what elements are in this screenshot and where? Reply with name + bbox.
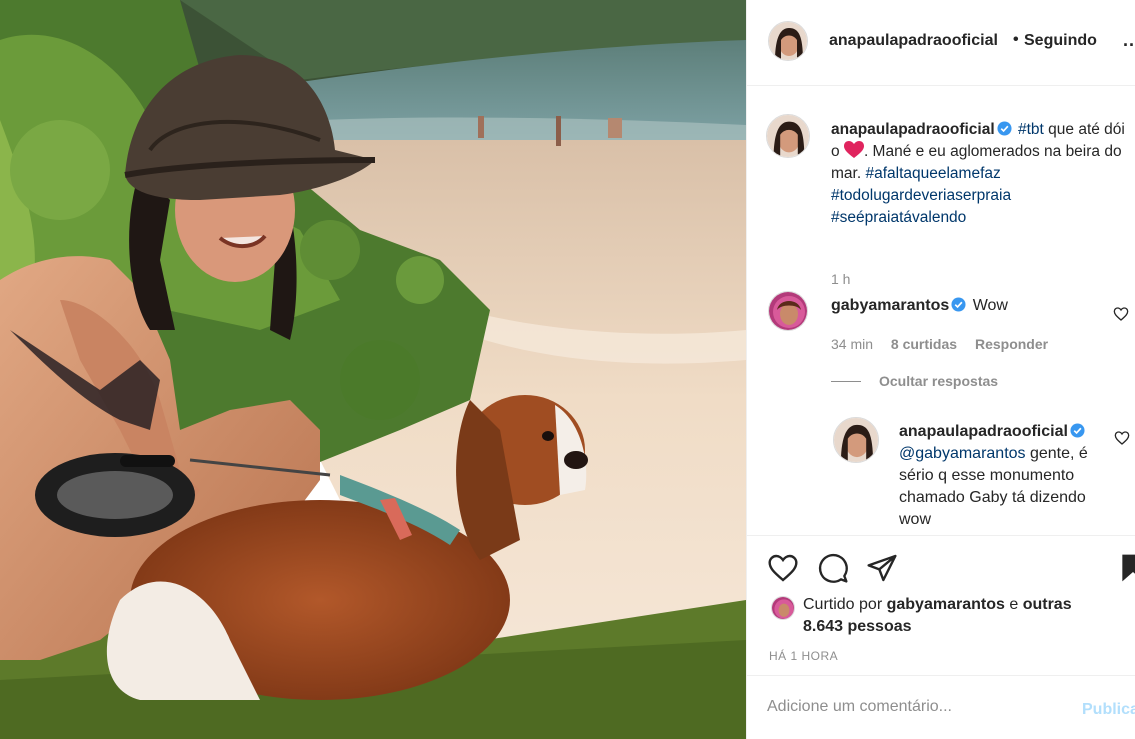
post-details-panel: anapaulapadraooficial • Seguindo ... ana…	[746, 0, 1135, 739]
caption-username[interactable]: anapaulapadraooficial	[831, 121, 995, 138]
save-bookmark-icon[interactable]	[1117, 552, 1135, 584]
post-timestamp[interactable]: HÁ 1 HORA	[769, 649, 838, 663]
author-avatar-image	[769, 22, 807, 60]
verified-badge-icon	[1070, 423, 1085, 438]
hashtag-tbt[interactable]: #tbt	[1018, 121, 1044, 138]
liked-by-text: Curtido por gabyamarantos e outras 8.643…	[803, 594, 1103, 638]
hide-replies-label: Ocultar respostas	[879, 373, 999, 389]
caption-avatar-image	[767, 115, 809, 157]
caption-timestamp[interactable]: 1 h	[831, 271, 850, 287]
hide-replies-button[interactable]: Ocultar respostas	[831, 373, 998, 389]
comment-bubble-icon[interactable]	[817, 552, 849, 584]
reply-text: anapaulapadraooficial @gabyamarantos gen…	[899, 421, 1099, 531]
post-header: anapaulapadraooficial • Seguindo ...	[747, 0, 1135, 86]
commenter-avatar-image	[769, 292, 807, 330]
author-avatar[interactable]	[768, 21, 808, 61]
hashtag-afaltaqueelamefaz[interactable]: #afaltaqueelamefaz	[865, 165, 1000, 182]
post-actions: Curtido por gabyamarantos e outras 8.643…	[747, 535, 1135, 675]
post-photo[interactable]	[0, 0, 746, 739]
beach-photo-image	[0, 0, 746, 739]
commenter-username[interactable]: gabyamarantos	[831, 297, 949, 314]
reply-button[interactable]: Responder	[975, 336, 1048, 352]
comment-like-heart-icon[interactable]	[1113, 306, 1129, 322]
comment-meta: 34 min 8 curtidas Responder	[831, 336, 1062, 352]
comment-body: Wow	[972, 297, 1008, 314]
liked-by-conj: e	[1009, 596, 1019, 613]
caption-avatar[interactable]	[766, 114, 810, 158]
liked-by-prefix: Curtido por	[803, 596, 883, 613]
verified-badge-icon	[951, 297, 966, 312]
hashtag-todolugardeveriaserpraia[interactable]: #todolugardeveriaserpraia	[831, 187, 1011, 204]
red-heart-emoji-icon	[843, 141, 864, 158]
comment-timestamp[interactable]: 34 min	[831, 336, 873, 352]
comments-list[interactable]: anapaulapadraooficial #tbt que até dói o…	[747, 87, 1135, 535]
like-heart-icon[interactable]	[767, 552, 799, 584]
reply-like-heart-icon[interactable]	[1114, 430, 1130, 446]
caption-text: anapaulapadraooficial #tbt que até dói o…	[831, 119, 1131, 229]
liked-by-avatar[interactable]	[771, 596, 795, 620]
separator-dot: •	[1013, 31, 1019, 48]
hide-replies-line	[831, 381, 861, 382]
add-comment-bar: Publicar	[747, 675, 1135, 739]
comment-text: gabyamarantos Wow	[831, 297, 1008, 315]
comment-likes-count[interactable]: 8 curtidas	[891, 336, 957, 352]
reply-avatar[interactable]	[833, 417, 879, 463]
author-username[interactable]: anapaulapadraooficial	[829, 32, 998, 50]
reply-mention[interactable]: @gabyamarantos	[899, 445, 1026, 462]
reply-avatar-image	[834, 418, 878, 462]
liked-by-avatar-image	[772, 597, 794, 619]
share-paper-plane-icon[interactable]	[866, 552, 898, 584]
verified-badge-icon	[997, 121, 1012, 136]
reply-username[interactable]: anapaulapadraooficial	[899, 423, 1068, 440]
comment-input[interactable]	[767, 698, 1057, 716]
hashtag-seepraiatavalendo[interactable]: #seépraiatávalendo	[831, 209, 966, 226]
publish-button[interactable]: Publicar	[1082, 701, 1135, 719]
commenter-avatar[interactable]	[768, 291, 808, 331]
following-button[interactable]: Seguindo	[1024, 32, 1097, 50]
more-options-icon[interactable]: ...	[1123, 30, 1135, 51]
liked-by-user[interactable]: gabyamarantos	[887, 596, 1005, 613]
